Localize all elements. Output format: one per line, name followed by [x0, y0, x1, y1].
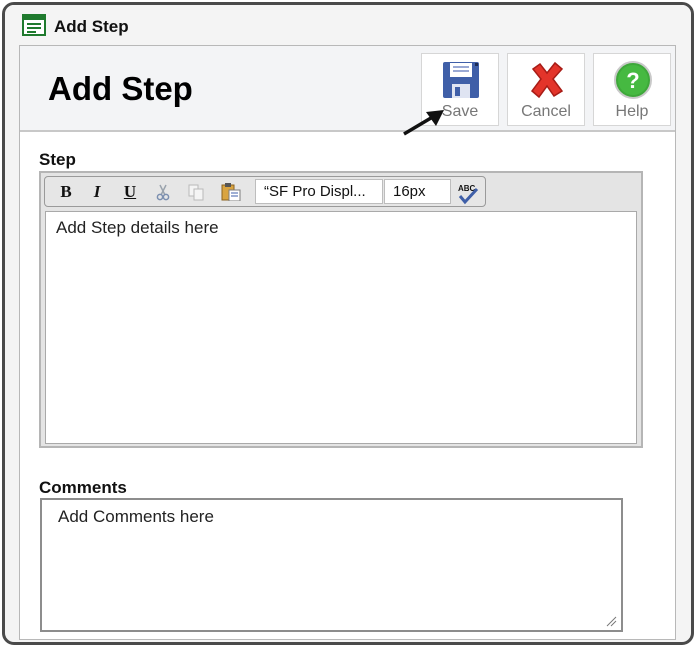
- help-question-icon: ?: [614, 61, 652, 99]
- comments-textarea[interactable]: Add Comments here: [40, 498, 623, 632]
- cancel-button[interactable]: Cancel: [507, 53, 585, 126]
- copy-button[interactable]: [185, 181, 207, 203]
- font-size-select[interactable]: 16px: [384, 179, 451, 204]
- window-title: Add Step: [54, 17, 129, 36]
- add-step-window: Add Step Add Step Save Cancel ? Help Ste…: [2, 2, 694, 645]
- scissors-icon: [156, 184, 170, 201]
- spellcheck-icon: ABC: [458, 184, 479, 205]
- page-title: Add Step: [48, 70, 193, 107]
- copy-icon: [188, 184, 204, 201]
- help-label: Help: [615, 103, 649, 120]
- font-family-select[interactable]: “SF Pro Displ...: [255, 179, 383, 204]
- editor-toolbar: B I U “SF Pro Displ... 16px ABC: [44, 176, 486, 207]
- step-label: Step: [39, 150, 76, 169]
- cancel-label: Cancel: [521, 103, 571, 120]
- comments-label: Comments: [39, 478, 127, 497]
- underline-button[interactable]: U: [119, 181, 141, 203]
- pointer-arrow-icon: [403, 110, 444, 136]
- paste-button[interactable]: [219, 181, 241, 203]
- resize-grip-icon[interactable]: [605, 615, 617, 627]
- cut-button[interactable]: [152, 181, 174, 203]
- step-editor: B I U “SF Pro Displ... 16px ABC Add Step…: [39, 171, 643, 448]
- help-button[interactable]: ? Help: [593, 53, 671, 126]
- bold-button[interactable]: B: [55, 181, 77, 203]
- dialog-header: Add Step Save Cancel ? Help: [20, 46, 675, 132]
- cancel-x-icon: [530, 61, 564, 99]
- spellcheck-button[interactable]: ABC: [455, 181, 481, 205]
- title-bar: Add Step: [5, 5, 691, 45]
- paste-icon: [221, 183, 241, 201]
- italic-button[interactable]: I: [86, 181, 108, 203]
- svg-text:?: ?: [626, 68, 639, 93]
- window-app-icon: [22, 14, 46, 36]
- step-details-textarea[interactable]: Add Step details here: [45, 211, 637, 444]
- save-icon: [443, 62, 479, 98]
- comments-placeholder: Add Comments here: [58, 507, 214, 526]
- dialog-body: Add Step Save Cancel ? Help Step B I U “…: [19, 45, 676, 640]
